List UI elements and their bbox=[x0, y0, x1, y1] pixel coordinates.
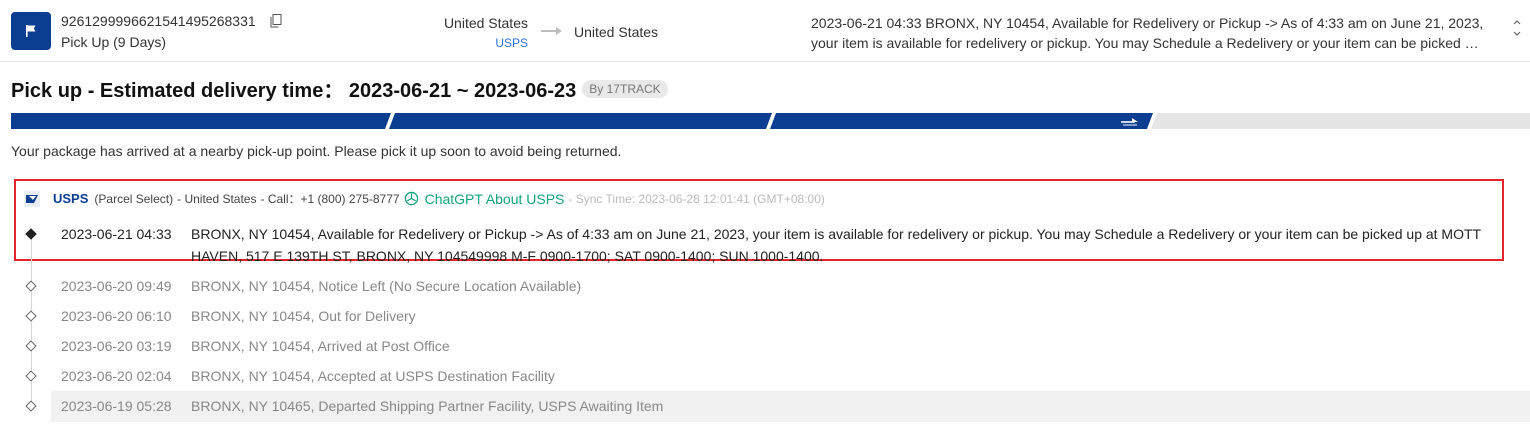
event-time: 2023-06-21 04:33 bbox=[61, 226, 172, 242]
event-description: BRONX, NY 10454, Available for Redeliver… bbox=[191, 226, 1481, 264]
chatgpt-icon bbox=[404, 191, 418, 206]
shipment-header: 9261299996621541495268331 Pick Up (9 Day… bbox=[0, 0, 1530, 62]
copy-icon[interactable] bbox=[270, 14, 282, 28]
estimated-delivery-title: Pick up - Estimated delivery time： 2023-… bbox=[11, 80, 577, 102]
event-time: 2023-06-20 06:10 bbox=[61, 308, 172, 324]
progress-segment-1 bbox=[11, 113, 391, 129]
timeline-dot-icon bbox=[25, 370, 37, 382]
event-description: BRONX, NY 10454, Out for Delivery bbox=[191, 308, 416, 324]
event-description: BRONX, NY 10454, Accepted at USPS Destin… bbox=[191, 368, 555, 384]
chatgpt-link-label: ChatGPT About USPS bbox=[424, 190, 565, 207]
progress-segment-2 bbox=[389, 113, 772, 129]
carrier-country: - United States bbox=[177, 191, 257, 206]
timeline-line bbox=[31, 236, 32, 408]
origin-country: United States bbox=[443, 15, 528, 31]
route-arrow-icon bbox=[541, 27, 562, 35]
timeline-dot-icon bbox=[25, 340, 37, 352]
event-description: BRONX, NY 10454, Notice Left (No Secure … bbox=[191, 278, 582, 294]
origin-carrier-link[interactable]: USPS bbox=[495, 36, 528, 50]
progress-segment-4 bbox=[1151, 113, 1530, 129]
carrier-phone[interactable]: - Call：+1 (800) 275-8777 bbox=[260, 190, 399, 207]
timeline-dot-icon bbox=[25, 280, 37, 292]
event-time: 2023-06-20 02:04 bbox=[61, 368, 172, 384]
timeline-dot-icon bbox=[25, 310, 37, 322]
carrier-service: (Parcel Select) bbox=[94, 191, 174, 206]
status-message: Your package has arrived at a nearby pic… bbox=[11, 143, 622, 159]
shipment-status: Pick Up (9 Days) bbox=[61, 34, 167, 50]
event-time: 2023-06-19 05:28 bbox=[61, 398, 172, 414]
expand-icon[interactable] bbox=[1512, 18, 1522, 38]
latest-event-summary: 2023-06-21 04:33 BRONX, NY 10454, Availa… bbox=[811, 15, 1484, 51]
flag-icon bbox=[11, 12, 51, 50]
tracking-number: 9261299996621541495268331 bbox=[61, 13, 256, 29]
source-badge: By 17TRACK bbox=[582, 79, 668, 98]
destination-country: United States bbox=[574, 24, 659, 40]
carrier-name: USPS bbox=[53, 191, 89, 206]
event-description: BRONX, NY 10465, Departed Shipping Partn… bbox=[191, 398, 664, 414]
sync-time: - Sync Time: 2023-06-28 12:01:41 (GMT+08… bbox=[568, 191, 825, 206]
chatgpt-about-usps-link[interactable]: ChatGPT About USPS bbox=[404, 190, 565, 207]
carrier-info: USPS (Parcel Select) - United States - C… bbox=[24, 190, 825, 207]
page-title: Pick up - Estimated delivery time： 2023-… bbox=[11, 74, 668, 103]
event-description: BRONX, NY 10454, Arrived at Post Office bbox=[191, 338, 450, 354]
event-time: 2023-06-20 09:49 bbox=[61, 278, 172, 294]
usps-logo-icon bbox=[24, 190, 40, 207]
progress-segment-3 bbox=[770, 113, 1153, 129]
timeline-dot-icon bbox=[25, 400, 37, 412]
event-time: 2023-06-20 03:19 bbox=[61, 338, 172, 354]
delivery-progress-bar bbox=[11, 113, 1530, 129]
